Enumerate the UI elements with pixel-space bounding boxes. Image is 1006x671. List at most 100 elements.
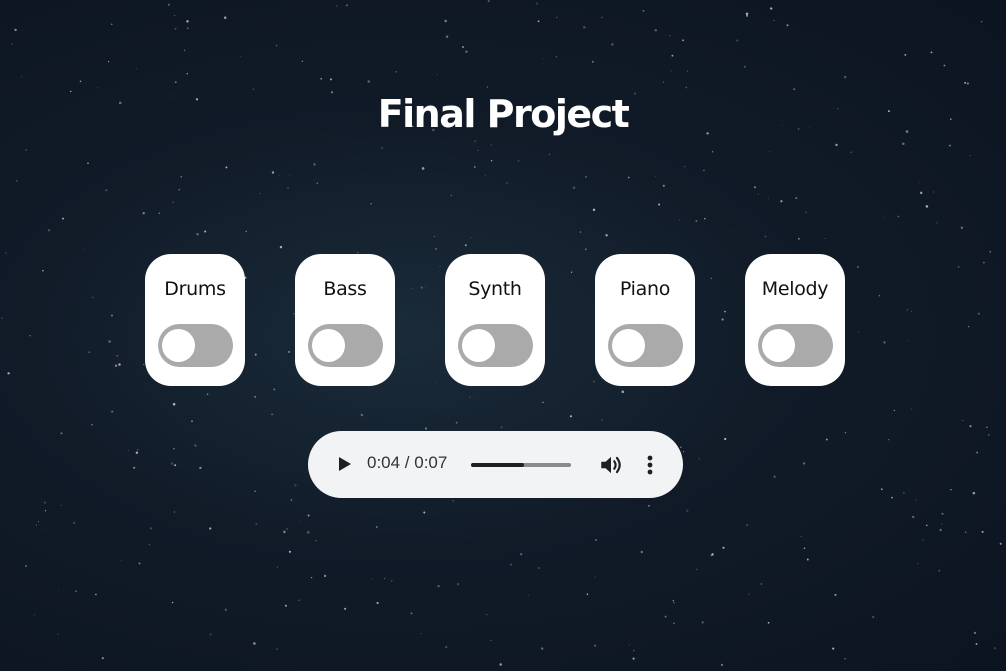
star (133, 466, 136, 469)
star (981, 530, 984, 533)
star (648, 504, 650, 507)
star (370, 578, 372, 580)
star (60, 432, 63, 435)
star (904, 54, 907, 56)
bass-toggle[interactable] (308, 324, 383, 367)
star (975, 643, 978, 645)
star (584, 248, 587, 251)
star (658, 203, 661, 206)
star (601, 16, 603, 19)
star (57, 633, 59, 635)
star (439, 266, 441, 268)
star (569, 415, 572, 418)
star (423, 511, 426, 514)
melody-toggle[interactable] (758, 324, 833, 367)
star (167, 3, 170, 6)
star (642, 9, 645, 12)
star (538, 378, 540, 380)
star (142, 211, 145, 215)
star (16, 180, 18, 182)
more-options-button[interactable] (639, 452, 661, 478)
star (939, 528, 942, 532)
star (621, 390, 625, 394)
star (170, 462, 174, 465)
star (764, 235, 767, 238)
star (980, 20, 983, 23)
star (803, 547, 806, 550)
play-button[interactable] (332, 452, 356, 476)
star (484, 174, 486, 176)
star (174, 27, 177, 30)
star (91, 423, 93, 426)
star (275, 648, 279, 651)
star (983, 262, 985, 264)
star (672, 600, 674, 602)
star (628, 644, 630, 646)
star (500, 426, 503, 429)
star (461, 45, 465, 49)
star (455, 421, 458, 424)
star (313, 163, 316, 166)
star (135, 451, 139, 454)
star (183, 49, 186, 51)
star (172, 201, 174, 203)
star (87, 162, 89, 165)
star (209, 527, 212, 530)
star (878, 295, 880, 297)
star (594, 644, 597, 647)
star (753, 186, 756, 189)
star (673, 602, 675, 604)
star (710, 277, 712, 279)
star (96, 87, 98, 89)
star (880, 488, 883, 491)
piano-toggle[interactable] (608, 324, 683, 367)
star (925, 205, 929, 208)
star (594, 576, 596, 578)
star (381, 146, 384, 149)
star (843, 75, 847, 79)
star (209, 633, 212, 636)
star (25, 149, 27, 151)
star (191, 420, 193, 423)
star (506, 181, 508, 184)
star (528, 594, 530, 596)
star (542, 401, 544, 404)
synth-toggle[interactable] (458, 324, 533, 367)
star (583, 26, 586, 29)
star (960, 226, 964, 229)
star (579, 231, 582, 233)
star (204, 230, 207, 233)
star (138, 562, 141, 565)
star (75, 590, 77, 592)
star (721, 318, 724, 321)
star (640, 550, 644, 554)
volume-button[interactable] (598, 452, 624, 478)
star (114, 364, 118, 367)
seek-bar[interactable] (471, 463, 571, 467)
star (517, 159, 520, 162)
star (611, 43, 614, 46)
star (684, 166, 686, 168)
star (42, 269, 44, 272)
star (948, 144, 951, 147)
star (973, 631, 977, 635)
star (110, 314, 114, 317)
star (29, 334, 31, 337)
drums-toggle[interactable] (158, 324, 233, 367)
star (445, 35, 449, 38)
star (969, 425, 972, 428)
star (420, 286, 423, 289)
star (135, 68, 137, 70)
star (62, 217, 64, 220)
star (344, 607, 347, 610)
star (345, 4, 348, 7)
star (911, 311, 913, 312)
star (111, 410, 114, 413)
star (806, 558, 809, 561)
track-label-drums: Drums (164, 278, 226, 300)
star (7, 372, 10, 375)
star (273, 388, 276, 391)
star (83, 249, 85, 250)
star (470, 236, 472, 239)
star (452, 499, 455, 502)
